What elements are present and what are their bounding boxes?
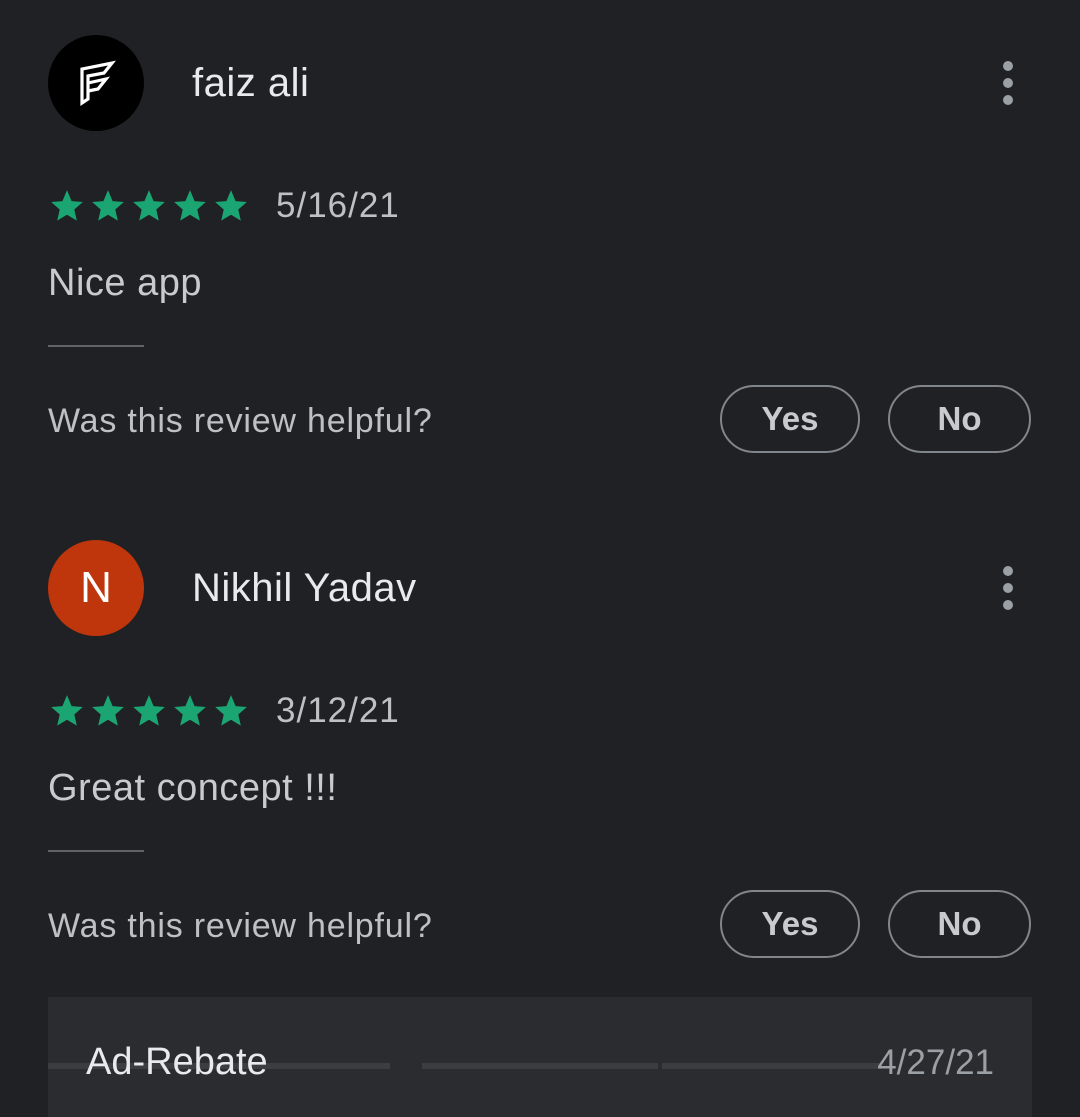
star-icon <box>92 695 124 726</box>
star-icon <box>215 190 247 221</box>
star-icon <box>174 190 206 221</box>
developer-name: Ad-Rebate <box>86 1041 268 1083</box>
developer-response: Ad-Rebate 4/27/21 <box>48 997 1032 1117</box>
more-options-icon[interactable] <box>990 564 1026 612</box>
review-date: 5/16/21 <box>276 186 400 225</box>
divider <box>662 1063 882 1069</box>
helpful-no-button[interactable]: No <box>888 890 1031 958</box>
star-rating <box>48 187 250 225</box>
review-author: Nikhil Yadav <box>192 566 417 610</box>
review-date: 3/12/21 <box>276 691 400 730</box>
review-text: Nice app <box>48 262 202 304</box>
star-icon <box>51 695 83 726</box>
review-text: Great concept !!! <box>48 767 338 809</box>
helpful-yes-button[interactable]: Yes <box>720 890 860 958</box>
divider <box>48 345 144 347</box>
helpful-no-button[interactable]: No <box>888 385 1031 453</box>
star-icon <box>215 695 247 726</box>
avatar <box>48 35 144 131</box>
rating-row: 3/12/21 <box>48 691 400 731</box>
rating-row: 5/16/21 <box>48 186 400 226</box>
star-icon <box>174 695 206 726</box>
star-icon <box>133 190 165 221</box>
star-icon <box>133 695 165 726</box>
review-author: faiz ali <box>192 61 310 105</box>
developer-response-date: 4/27/21 <box>877 1043 994 1082</box>
avatar: N <box>48 540 144 636</box>
divider <box>48 850 144 852</box>
star-rating <box>48 692 250 730</box>
helpful-prompt: Was this review helpful? <box>48 402 433 440</box>
helpful-yes-button[interactable]: Yes <box>720 385 860 453</box>
avatar-letter: N <box>80 563 112 612</box>
divider <box>422 1063 658 1069</box>
more-options-icon[interactable] <box>990 59 1026 107</box>
star-icon <box>51 190 83 221</box>
helpful-prompt: Was this review helpful? <box>48 907 433 945</box>
f-logo-icon <box>80 60 116 106</box>
star-icon <box>92 190 124 221</box>
